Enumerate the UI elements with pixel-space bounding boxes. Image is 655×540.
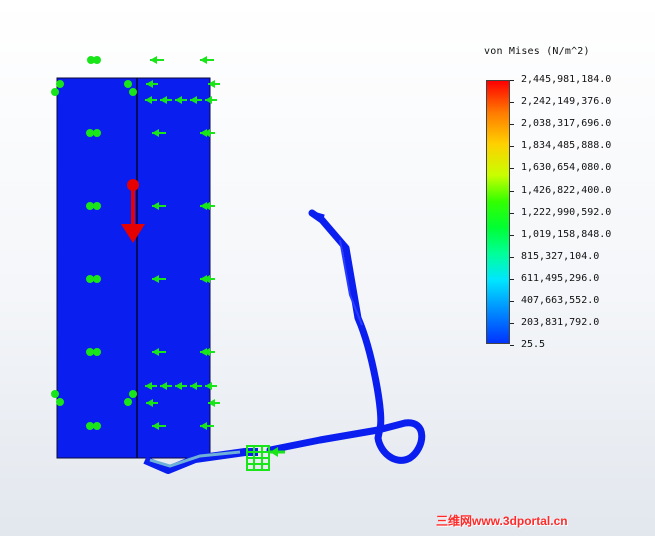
legend-tick-label: 2,445,981,184.0 <box>521 74 612 85</box>
fixture-dot-icon <box>56 80 64 88</box>
legend-tick-mark <box>510 323 514 325</box>
legend-tick-label: 815,327,104.0 <box>521 250 600 262</box>
legend-tick-label: 1,834,485,888.0 <box>521 140 612 152</box>
legend-tick-label: 1,426,822,400.0 <box>521 184 612 196</box>
legend-tick-mark <box>510 212 514 214</box>
fixture-dot-icon <box>124 80 132 88</box>
legend-tick-mark <box>510 301 514 302</box>
legend-tick-mark <box>510 124 514 126</box>
legend-tick-label: 407,663,552.0 <box>521 295 600 306</box>
legend-title: von Mises (N/m^2) <box>484 46 590 57</box>
fixture-dot-icon <box>93 129 101 137</box>
legend-tick-label: 1,222,990,592.0 <box>521 206 612 218</box>
fixture-dot-icon <box>93 422 101 430</box>
fixture-dot-icon <box>129 88 137 96</box>
simulation-viewport[interactable]: von Mises (N/m^2) 2,445,981,184.0 2,242,1… <box>0 0 655 536</box>
fixture-dot-icon <box>93 275 101 283</box>
clip-spring-arm <box>266 209 426 464</box>
legend-tick-mark <box>510 102 514 104</box>
fixture-dot-icon <box>51 88 59 96</box>
legend-tick-label: 611,495,296.0 <box>521 272 600 284</box>
legend-tick-mark <box>510 234 514 236</box>
fixture-dot-icon <box>124 398 132 406</box>
legend-tick-label: 1,630,654,080.0 <box>521 162 612 174</box>
legend-tick-mark <box>510 146 514 148</box>
legend-tick-label: 2,242,149,376.0 <box>521 96 612 108</box>
legend-tick-mark <box>510 278 514 280</box>
legend-tick-mark <box>510 345 514 347</box>
fixture-dot-icon <box>86 348 94 356</box>
fixture-dot-icon <box>51 390 59 398</box>
legend-tick-mark <box>510 168 514 170</box>
fixture-arrow-icon <box>200 56 214 64</box>
legend-tick-mark <box>510 80 514 81</box>
legend-color-bar <box>486 80 510 344</box>
plate-right-face[interactable] <box>136 77 211 459</box>
legend-tick-mark <box>510 190 514 192</box>
fixture-dot-icon <box>56 398 64 406</box>
legend-tick-label: 25.5 <box>521 339 546 351</box>
legend-tick-label: 1,019,158,848.0 <box>521 228 612 240</box>
legend-tick-mark <box>510 256 514 258</box>
fixture-dot-icon <box>129 390 137 398</box>
watermark: 三维网www.3dportal.cn <box>436 514 568 528</box>
fixture-dot-icon <box>86 275 94 283</box>
fixture-dot-icon <box>86 202 94 210</box>
fixture-dot-icon <box>93 348 101 356</box>
fixture-dot-icon <box>93 56 101 64</box>
fixture-dot-icon <box>86 422 94 430</box>
legend-tick-label: 203,831,792.0 <box>521 317 600 329</box>
fixture-arrow-icon <box>150 56 164 64</box>
legend-tick-label: 2,038,317,696.0 <box>521 118 612 130</box>
fixture-dot-icon <box>86 129 94 137</box>
fixture-dot-icon <box>93 202 101 210</box>
